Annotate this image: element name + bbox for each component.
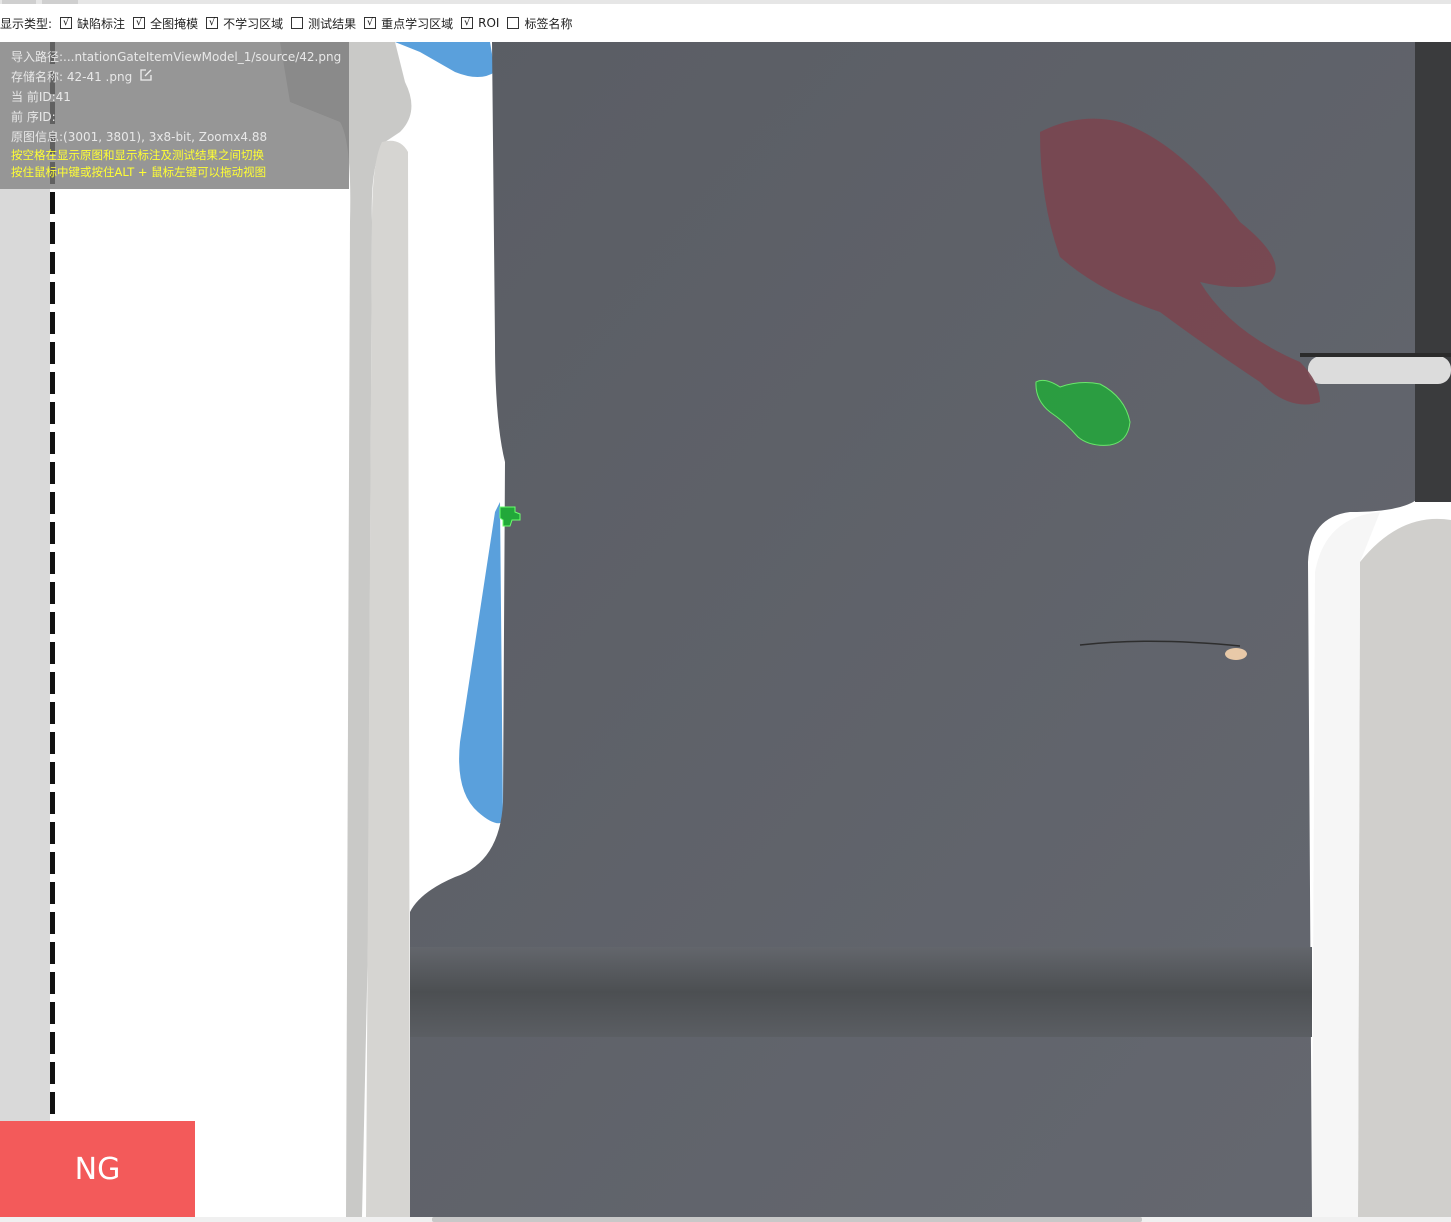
option-label-name[interactable]: 标签名称 [507, 15, 572, 32]
frame-right [1358, 518, 1451, 1217]
import-path: 导入路径:...ntationGateItemViewModel_1/sourc… [11, 50, 342, 64]
option-label: ROI [478, 16, 500, 30]
current-id: 当 前ID:41 [11, 90, 71, 104]
hint-drag-view: 按住鼠标中键或按住ALT + 鼠标左键可以拖动视图 [11, 165, 267, 179]
option-no-learn-region[interactable]: √ 不学习区域 [206, 15, 283, 32]
save-name-row: 存储名称: 42-41 .png [11, 67, 349, 87]
chip-spot [1225, 648, 1247, 660]
checkbox-defect-annotation[interactable]: √ [60, 17, 73, 29]
save-name: 存储名称: 42-41 .png [11, 70, 133, 84]
roi-dashed-boundary [50, 42, 55, 1217]
frame-left-inner [366, 140, 410, 1217]
option-label: 不学习区域 [223, 16, 284, 31]
inspection-image[interactable] [0, 42, 1451, 1217]
image-viewer-canvas[interactable] [0, 42, 1451, 1217]
option-key-learn-region[interactable]: √ 重点学习区域 [364, 15, 453, 32]
checkbox-label-name[interactable] [507, 17, 520, 29]
option-label: 重点学习区域 [381, 16, 454, 31]
horizontal-scrollbar-thumb[interactable] [432, 1217, 1142, 1222]
result-badge: NG [0, 1121, 195, 1217]
checkbox-full-mask[interactable]: √ [133, 17, 146, 29]
image-info: 原图信息:(3001, 3801), 3x8-bit, Zoomx4.88 [11, 130, 268, 144]
display-type-label: 显示类型: [0, 16, 53, 31]
option-test-result[interactable]: 测试结果 [291, 15, 356, 32]
checkbox-test-result[interactable] [291, 17, 304, 29]
edit-icon[interactable] [139, 68, 153, 88]
pin [1308, 356, 1451, 384]
option-defect-annotation[interactable]: √ 缺陷标注 [60, 15, 125, 32]
checkbox-roi[interactable]: √ [461, 17, 474, 29]
option-label: 标签名称 [524, 16, 573, 31]
display-type-toolbar: 显示类型: √ 缺陷标注 √ 全图掩模 √ 不学习区域 测试结果 √ 重点学习区… [0, 4, 1451, 42]
checkbox-no-learn-region[interactable]: √ [206, 17, 219, 29]
right-dark-edge [1415, 42, 1451, 502]
option-roi[interactable]: √ ROI [461, 16, 499, 30]
metal-part [410, 42, 1420, 1217]
checkbox-key-learn-region[interactable]: √ [364, 17, 377, 29]
image-info-panel: 导入路径:...ntationGateItemViewModel_1/sourc… [0, 42, 349, 189]
option-label: 缺陷标注 [77, 16, 126, 31]
prev-id: 前 序ID: [11, 110, 56, 124]
option-label: 全图掩模 [150, 16, 199, 31]
option-label: 测试结果 [308, 16, 357, 31]
horizontal-scrollbar[interactable] [0, 1217, 1451, 1222]
left-scroll-strip [0, 189, 50, 1121]
hint-space-toggle: 按空格在显示原图和显示标注及测试结果之间切换 [11, 148, 264, 162]
option-full-mask[interactable]: √ 全图掩模 [133, 15, 198, 32]
fold-band [410, 947, 1312, 1037]
